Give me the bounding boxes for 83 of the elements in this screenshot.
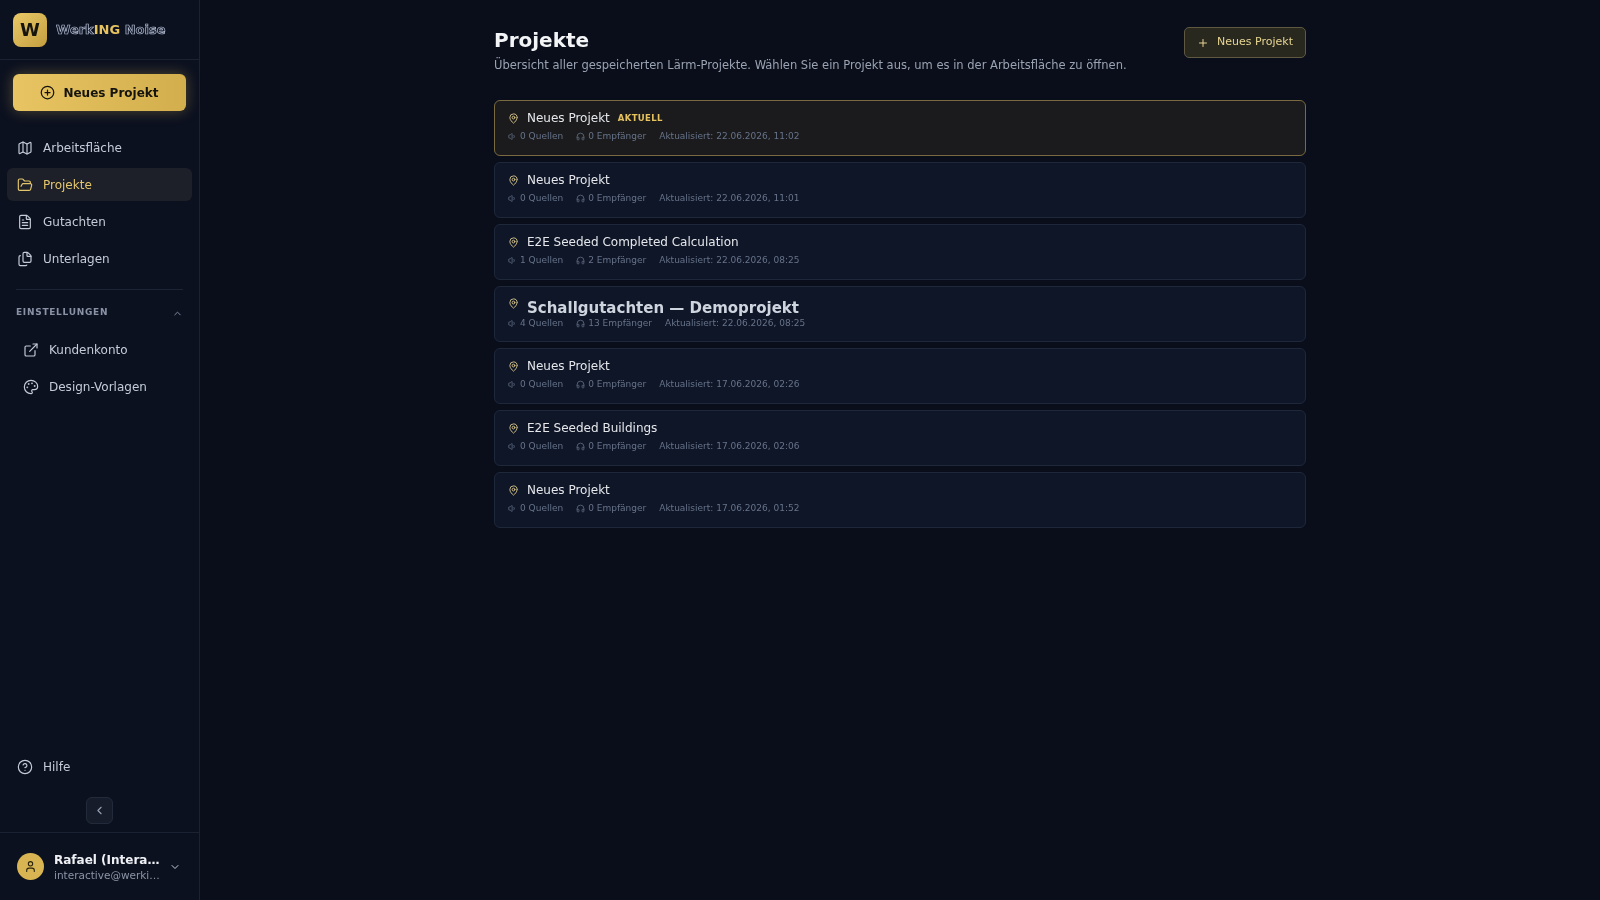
project-title: Neues Projekt	[527, 112, 610, 124]
settings-section-toggle[interactable]: EINSTELLUNGEN	[0, 303, 199, 323]
nav-item[interactable]: Arbeitsfläche	[7, 131, 192, 164]
nav-item[interactable]: Design-Vorlagen	[7, 370, 192, 403]
receivers-count: 0 Empfänger	[588, 192, 647, 204]
sources-count: 0 Quellen	[520, 130, 564, 142]
speaker-icon	[508, 379, 517, 389]
headphones-icon	[576, 255, 586, 265]
new-project-button[interactable]: Neues Projekt	[13, 74, 186, 111]
project-title: E2E Seeded Buildings	[527, 422, 658, 434]
project-card[interactable]: Neues Projekt 0 Quellen 0 Empfänger Aktualisiert: 17.06.2026, 02:26	[494, 348, 1306, 404]
updated-date: Aktualisiert: 17.06.2026, 02:26	[659, 378, 800, 390]
updated-date: Aktualisiert: 17.06.2026, 01:52	[659, 502, 800, 514]
project-title: Neues Projekt	[527, 484, 610, 496]
receivers-count: 13 Empfänger	[588, 317, 652, 329]
sources-count: 0 Quellen	[520, 440, 564, 452]
page-subtitle: Übersicht aller gespeicherten Lärm-Projekte. Wählen Sie ein Projekt aus, um es in der Arbeitsfläche zu öffnen.	[494, 57, 1127, 73]
speaker-icon	[508, 193, 517, 203]
receivers-count: 0 Empfänger	[588, 378, 647, 390]
headphones-icon	[576, 441, 586, 451]
project-title: Schallgutachten — Demoprojekt	[527, 299, 799, 317]
logo-mark: W	[13, 12, 47, 47]
plus-icon	[1197, 36, 1210, 49]
help-link[interactable]: Hilfe	[7, 750, 192, 783]
headphones-icon	[576, 131, 586, 141]
page-title: Projekte	[494, 27, 591, 54]
nav-item[interactable]: Gutachten	[7, 205, 192, 238]
project-title: Neues Projekt	[527, 360, 610, 372]
speaker-icon	[508, 318, 517, 328]
location-pin-icon	[508, 298, 519, 309]
current-label: AKTUELL	[617, 111, 663, 125]
project-card[interactable]: Neues Projekt 0 Quellen 0 Empfänger Aktualisiert: 17.06.2026, 01:52	[494, 472, 1306, 528]
headphones-icon	[576, 379, 586, 389]
sources-count: 1 Quellen	[520, 254, 564, 266]
new-project-button[interactable]: Neues Projekt	[1184, 27, 1306, 58]
headphones-icon	[576, 318, 586, 328]
receivers-count: 0 Empfänger	[588, 502, 647, 514]
location-pin-icon	[508, 360, 519, 372]
project-card[interactable]: E2E Seeded Buildings 0 Quellen 0 Empfänger Aktualisiert: 17.06.2026, 02:06	[494, 410, 1306, 466]
document-icon	[17, 213, 33, 230]
headphones-icon	[576, 193, 586, 203]
updated-date: Aktualisiert: 22.06.2026, 08:25	[665, 317, 806, 329]
project-title: E2E Seeded Completed Calculation	[527, 236, 739, 248]
nav-item[interactable]: Kundenkonto	[7, 333, 192, 366]
updated-date: Aktualisiert: 22.06.2026, 08:25	[659, 254, 800, 266]
location-pin-icon	[508, 484, 519, 496]
help-icon	[17, 758, 33, 775]
external-link-icon	[23, 341, 39, 358]
speaker-icon	[508, 131, 517, 141]
sources-count: 0 Quellen	[520, 192, 564, 204]
user-name: Rafael (Intera…	[54, 851, 159, 868]
nav-item[interactable]: Projekte	[7, 168, 192, 201]
plus-circle-icon	[40, 85, 56, 100]
sources-count: 0 Quellen	[520, 502, 564, 514]
sources-count: 4 Quellen	[520, 317, 564, 329]
location-pin-icon	[508, 112, 519, 124]
project-card[interactable]: Neues Projekt 0 Quellen 0 Empfänger Aktualisiert: 22.06.2026, 11:01	[494, 162, 1306, 218]
files-icon	[17, 250, 33, 267]
headphones-icon	[576, 503, 586, 513]
updated-date: Aktualisiert: 22.06.2026, 11:02	[659, 130, 800, 142]
receivers-count: 2 Empfänger	[588, 254, 647, 266]
project-title: Neues Projekt	[527, 174, 610, 186]
project-card[interactable]: E2E Seeded Completed Calculation 1 Quellen 2 Empfänger Aktualisiert: 22.06.2026, 08:25	[494, 224, 1306, 280]
app-name: WerkING Noise	[56, 20, 166, 39]
user-email: interactive@werki…	[54, 867, 159, 882]
folder-icon	[17, 176, 33, 193]
project-card[interactable]: Neues Projekt AKTUELL 0 Quellen 0 Empfänger Aktualisiert: 22.06.2026, 11:02	[494, 100, 1306, 156]
location-pin-icon	[508, 236, 519, 248]
palette-icon	[23, 378, 39, 395]
sources-count: 0 Quellen	[520, 378, 564, 390]
project-card[interactable]: Schallgutachten — Demoprojekt 4 Quellen 13 Empfänger Aktualisiert: 22.06.2026, 08:25	[494, 286, 1306, 342]
location-pin-icon	[508, 174, 519, 186]
map-icon	[17, 139, 33, 156]
avatar-icon	[17, 853, 44, 880]
receivers-count: 0 Empfänger	[588, 130, 647, 142]
speaker-icon	[508, 441, 517, 451]
speaker-icon	[508, 255, 517, 265]
location-pin-icon	[508, 422, 519, 434]
speaker-icon	[508, 503, 517, 513]
updated-date: Aktualisiert: 22.06.2026, 11:01	[659, 192, 800, 204]
nav-item[interactable]: Unterlagen	[7, 242, 192, 275]
receivers-count: 0 Empfänger	[588, 440, 647, 452]
updated-date: Aktualisiert: 17.06.2026, 02:06	[659, 440, 800, 452]
